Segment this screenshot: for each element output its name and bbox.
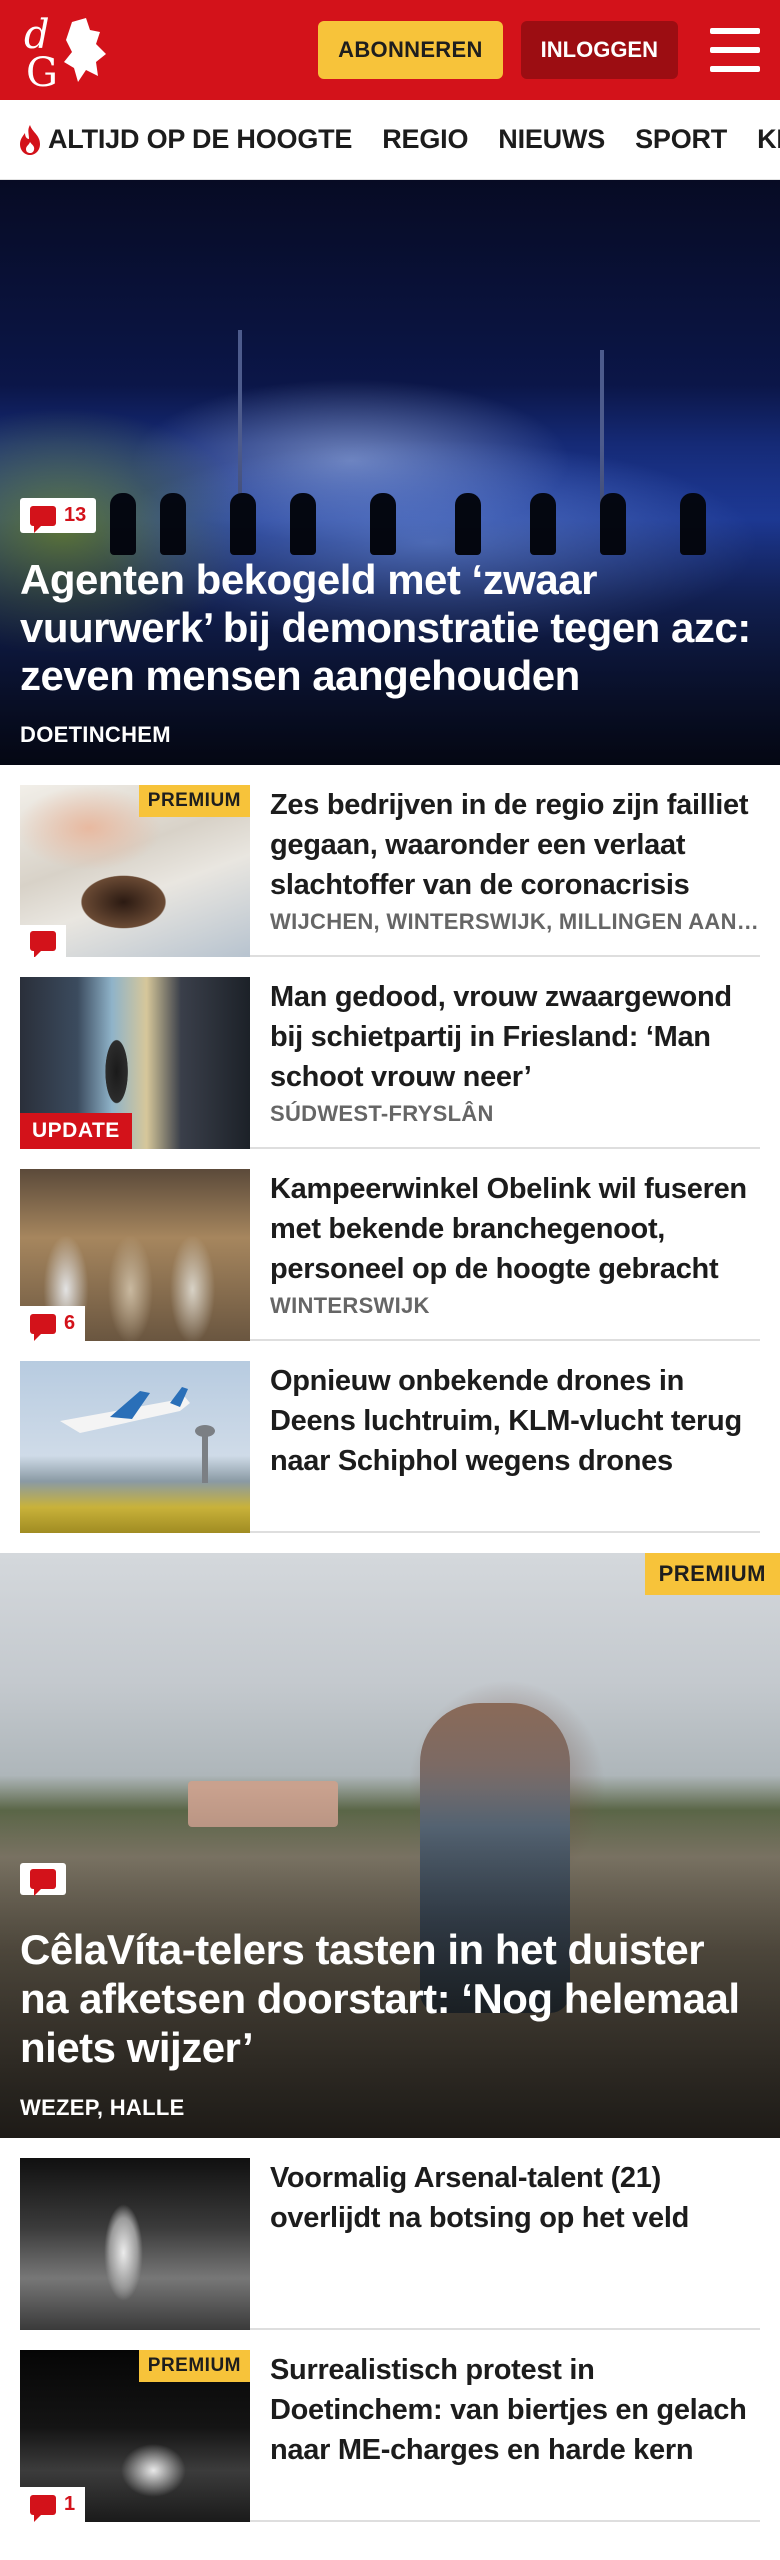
comment-icon (30, 931, 56, 957)
subscribe-button[interactable]: ABONNEREN (318, 21, 503, 79)
hero-article[interactable]: 13 Agenten bekogeld met ‘zwaar vuurwerk’… (0, 180, 780, 765)
nav-item-altijd-op-de-hoogte[interactable]: ALTIJD OP DE HOOGTE (18, 124, 352, 156)
article-location: SÚDWEST-FRYSLÂN (270, 1101, 494, 1126)
article-title[interactable]: Surrealistisch protest in Doetinchem: va… (270, 2350, 760, 2470)
premium-badge: PREMIUM (138, 2350, 250, 2382)
comment-count: 1 (64, 2493, 76, 2515)
logo-icon: d G (24, 12, 106, 90)
comment-count: 13 (64, 504, 87, 526)
list-item[interactable]: Opnieuw onbekende drones in Deens luchtr… (20, 1341, 760, 1533)
featured-location: WEZEP, HALLE (20, 2095, 185, 2120)
list-item[interactable]: Voormalig Arsenal-talent (21) overlijdt … (20, 2138, 760, 2330)
nav-item-regio[interactable]: REGIO (382, 124, 468, 155)
nav-item-sport[interactable]: SPORT (635, 124, 727, 155)
flame-icon (20, 124, 40, 155)
featured-article[interactable]: PREMIUM CêlaVíta-telers tasten in het du… (0, 1553, 780, 2138)
article-location: WIJCHEN, WINTERSWIJK, MILLINGEN AAN DE R… (270, 909, 760, 934)
article-list: PREMIUM Zes bedrijven in de regio zijn f… (0, 765, 780, 1533)
list-item[interactable]: UPDATE Man gedood, vrouw zwaarge­wond bi… (20, 957, 760, 1149)
comment-icon (30, 1869, 56, 1896)
login-button[interactable]: INLOGGEN (520, 21, 678, 79)
article-title[interactable]: Voormalig Arsenal-talent (21) overlijdt … (270, 2158, 760, 2238)
comment-icon (30, 505, 56, 533)
nav-item-nieuws[interactable]: NIEUWS (498, 124, 605, 155)
airplane-icon (60, 1387, 215, 1483)
article-location: WINTERSWIJK (270, 1293, 430, 1318)
site-header: d G ABONNEREN INLOGGEN (0, 0, 780, 100)
article-title[interactable]: Kampeerwinkel Obelink wil fuseren met be… (270, 1169, 760, 1289)
article-title[interactable]: Zes bedrijven in de regio zijn failliet … (270, 785, 760, 905)
article-thumbnail (20, 2158, 250, 2330)
section-nav: ALTIJD OP DE HOOGTE REGIO NIEUWS SPORT K… (0, 100, 780, 180)
premium-badge: PREMIUM (138, 785, 250, 817)
comment-icon (30, 2494, 56, 2522)
article-thumbnail: UPDATE (20, 977, 250, 1149)
article-thumbnail: PREMIUM (20, 785, 250, 957)
comment-count: 6 (64, 1312, 76, 1334)
article-thumbnail: PREMIUM 1 (20, 2350, 250, 2522)
article-list-2: Voormalig Arsenal-talent (21) overlijdt … (0, 2138, 780, 2522)
nav-item-label: ALTIJD OP DE HOOGTE (48, 124, 353, 154)
article-thumbnail: 6 (20, 1169, 250, 1341)
comment-count-badge (20, 925, 66, 957)
update-badge: UPDATE (20, 1113, 132, 1149)
comment-count-badge: 1 (20, 2487, 86, 2522)
comment-count-badge: 13 (20, 498, 97, 533)
list-item[interactable]: 6 Kampeerwinkel Obelink wil fuseren met … (20, 1149, 760, 1341)
hero-location: DOETINCHEM (20, 722, 171, 747)
comment-count-badge (20, 1863, 66, 1896)
list-item[interactable]: PREMIUM Zes bedrijven in de regio zijn f… (20, 765, 760, 957)
comment-icon (30, 1313, 56, 1341)
menu-icon[interactable] (710, 28, 760, 72)
svg-text:G: G (26, 50, 58, 90)
featured-title[interactable]: CêlaVíta-telers tasten in het duister na… (20, 1925, 760, 2072)
nav-item-kijk[interactable]: KIJK (757, 124, 780, 155)
article-thumbnail (20, 1361, 250, 1533)
article-title[interactable]: Man gedood, vrouw zwaarge­wond bij schie… (270, 977, 760, 1097)
site-logo[interactable]: d G (20, 10, 112, 90)
article-title[interactable]: Opnieuw onbekende drones in Deens luchtr… (270, 1361, 760, 1481)
list-item[interactable]: PREMIUM 1 Surrealistisch protest in Doet… (20, 2330, 760, 2522)
hero-title[interactable]: Agenten bekogeld met ‘zwaar vuurwerk’ bi… (20, 556, 760, 700)
comment-count-badge: 6 (20, 1306, 86, 1341)
premium-badge: PREMIUM (644, 1553, 780, 1595)
